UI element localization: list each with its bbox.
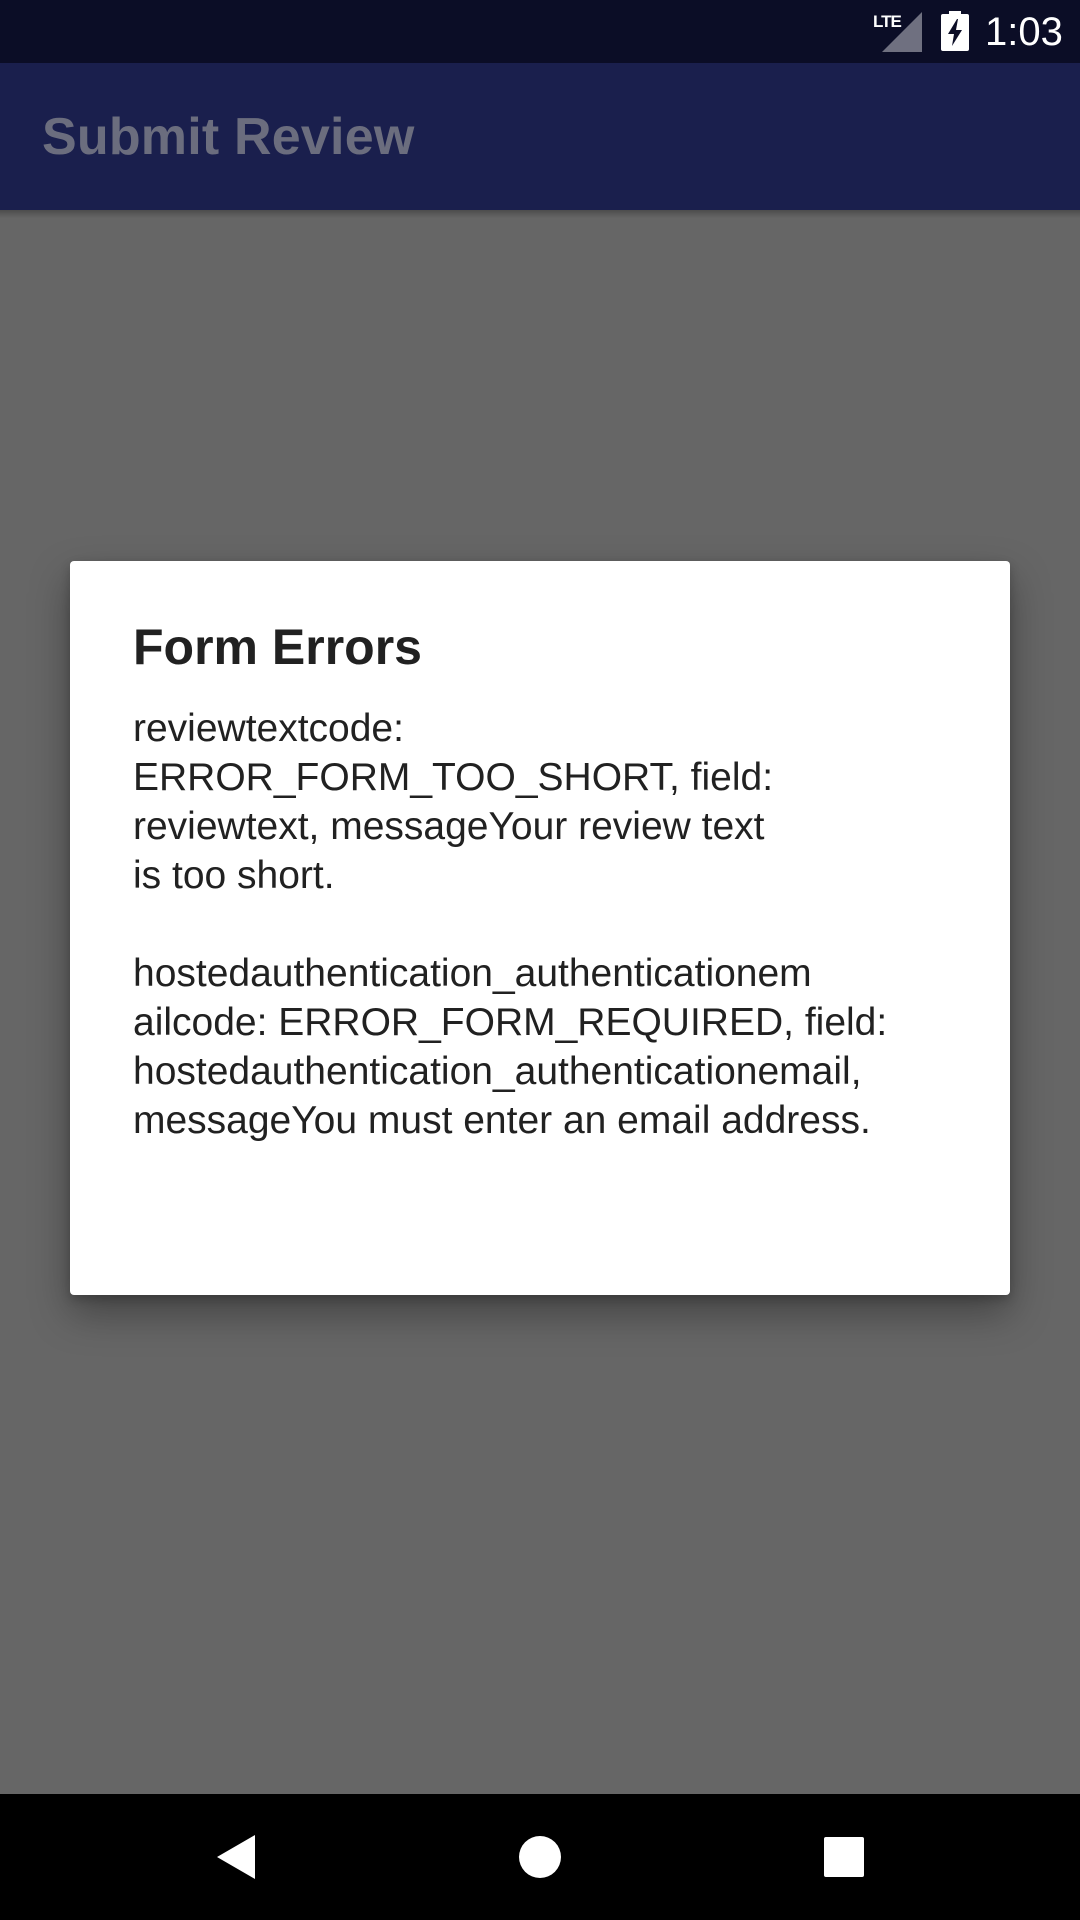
recents-icon[interactable] xyxy=(814,1827,874,1887)
error-message-email: hostedauthentication_authenticationem ai… xyxy=(133,952,888,1142)
status-clock: 1:03 xyxy=(985,10,1063,54)
form-errors-dialog: Form Errors reviewtextcode: ERROR_FORM_T… xyxy=(70,561,1010,1295)
app-bar-title: Submit Review xyxy=(42,108,415,166)
battery-charging-icon xyxy=(941,11,969,51)
home-icon[interactable] xyxy=(510,1827,570,1887)
app-bar-shadow xyxy=(0,210,1080,218)
app-bar: Submit Review xyxy=(0,63,1080,210)
dialog-title: Form Errors xyxy=(133,619,422,675)
navigation-bar xyxy=(0,1794,1080,1920)
error-message-reviewtext: reviewtextcode: ERROR_FORM_TOO_SHORT, fi… xyxy=(133,707,774,897)
dialog-message: reviewtextcode: ERROR_FORM_TOO_SHORT, fi… xyxy=(133,704,983,1145)
cell-signal-icon xyxy=(882,12,922,52)
status-bar: LTE 1:03 xyxy=(0,0,1080,63)
back-icon[interactable] xyxy=(207,1827,267,1887)
